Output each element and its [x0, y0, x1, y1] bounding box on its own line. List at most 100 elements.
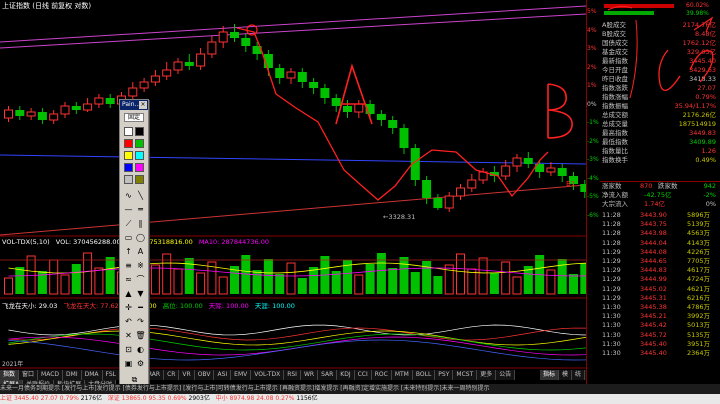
tab-item[interactable]: VR [179, 370, 195, 380]
indicator-tabs[interactable]: 指数窗口MACDDMIDMAFSLTRIXBRARCRVROBVASIEMVVO… [0, 370, 516, 380]
cycle-icon[interactable]: ⌒ [135, 274, 146, 285]
tab-item[interactable]: MACD [38, 370, 64, 380]
volume-bar [365, 264, 375, 294]
ray-icon[interactable]: ⟋ [123, 218, 134, 229]
color-swatch-yellow[interactable] [124, 151, 133, 160]
color-swatch-red[interactable] [124, 139, 133, 148]
tab-item[interactable]: OBV [194, 370, 215, 380]
tab-item[interactable]: MCST [453, 370, 478, 380]
color-swatch-magenta[interactable] [135, 163, 144, 172]
color-swatch-white[interactable] [124, 127, 133, 136]
kline-svg[interactable]: ←3328.31 2021年 [0, 0, 586, 392]
tab-item[interactable]: DMI [63, 370, 82, 380]
color-swatch-green[interactable] [135, 139, 144, 148]
stat-value: 35.94/1.17% [674, 102, 716, 110]
volume-bar [569, 274, 578, 294]
tab-item[interactable]: 指数 [0, 370, 20, 380]
tab-item[interactable]: WR [300, 370, 319, 380]
color-swatch-blue[interactable] [124, 163, 133, 172]
volume-bar [71, 264, 81, 294]
paint-toolbox-title[interactable]: Pain... × [120, 100, 148, 110]
stat-label: A股成交 [602, 21, 626, 29]
tick-field: 3445.40 [640, 339, 667, 348]
settings-icon[interactable]: ⚙ [135, 358, 146, 369]
hide-icon[interactable]: ◐ [135, 344, 146, 355]
tab-item[interactable]: EMV [231, 370, 252, 380]
tab-item[interactable]: MTM [391, 370, 413, 380]
hline-icon[interactable]: — [123, 204, 134, 215]
tab-item[interactable]: FSL [102, 370, 121, 380]
arrow-up-icon[interactable]: ↑ [123, 246, 134, 257]
save-icon[interactable]: ▣ [123, 358, 134, 369]
tab-item[interactable]: ASI [214, 370, 232, 380]
tick-field: 11:29 [602, 293, 621, 302]
parallel-icon[interactable]: ∥ [135, 218, 146, 229]
stat-value: 0.79% [695, 93, 716, 101]
tab-item[interactable]: PSY [435, 370, 454, 380]
candle-body [128, 87, 138, 97]
market-stat-row: 最新指数 3445.40 [600, 57, 720, 66]
kline-chart-area[interactable]: 上证指数 (日线 前复权 对数) ←3328.31 2021年 VOL-TDX(5… [0, 0, 586, 392]
tick-row: 11:30 3445.38 4786万 [600, 303, 720, 312]
stat-label: 指数涨幅 [602, 93, 628, 101]
line-icon[interactable]: ╲ [135, 190, 146, 201]
tab-item[interactable]: 更多 [477, 370, 497, 380]
tab-item[interactable]: BOLL [412, 370, 436, 380]
tab-item[interactable]: 模 [559, 370, 573, 380]
paint-toolbox[interactable]: Pain... × 固定 ∿ ╲ — ═ ⟋ ∥ ▭ ◯ ↑ A ≡ ※ ≈ ⌒… [119, 99, 149, 397]
gann-icon[interactable]: ※ [135, 260, 146, 271]
tick-field: 4617万 [686, 266, 710, 275]
news-ticker[interactable]: 未来一月债务到期提示 [发行与上市]发行提示 [债券发行与上市提示] [发行与上… [0, 384, 720, 394]
stat-label: 指数换手 [602, 156, 628, 164]
flow-field: -42.75亿 [644, 191, 672, 199]
tab-item[interactable]: SAR [318, 370, 338, 380]
color-swatch-black[interactable] [135, 127, 144, 136]
tab-item[interactable]: 窗口 [19, 370, 39, 380]
stat-label: 最高指数 [602, 129, 628, 137]
trash-icon[interactable]: 🗑 [135, 330, 146, 341]
tab-item[interactable]: ROC [371, 370, 392, 380]
volume-bar [546, 269, 556, 295]
tab-item[interactable]: RSI [284, 370, 301, 380]
tab-item[interactable]: CR [164, 370, 180, 380]
volume-bar [489, 273, 499, 294]
down-mark-icon[interactable]: ▼ [135, 288, 146, 299]
volume-bar [275, 274, 285, 294]
close-icon[interactable]: × [139, 101, 147, 109]
tab-item[interactable]: VOL-TDX [251, 370, 285, 380]
wave-icon[interactable]: ≈ [123, 274, 134, 285]
tick-field: 5896万 [686, 211, 710, 219]
rect-icon[interactable]: ▭ [123, 232, 134, 243]
lock-icon[interactable]: ⊡ [123, 344, 134, 355]
ellipse-icon[interactable]: ◯ [135, 232, 146, 243]
stat-value: 3409.89 [689, 138, 716, 146]
tick-field: 4724万 [686, 275, 710, 284]
tab-item[interactable]: CCI [354, 370, 372, 380]
up-mark-icon[interactable]: ▲ [123, 288, 134, 299]
channel-icon[interactable]: ═ [135, 204, 146, 215]
volume-bar [83, 252, 93, 295]
minus-icon[interactable]: ━ [135, 302, 146, 313]
tab-item[interactable]: DMA [81, 370, 103, 380]
text-icon[interactable]: A [135, 246, 146, 257]
tick-field: 3444.99 [640, 275, 667, 284]
tick-field: 11:30 [602, 321, 621, 330]
tab-item[interactable]: 统 [572, 370, 586, 380]
fib-icon[interactable]: ≡ [123, 260, 134, 271]
tab-item[interactable]: 公告 [496, 370, 516, 380]
color-swatch-gray[interactable] [124, 175, 133, 184]
stat-label: 指数量比 [602, 147, 628, 155]
redo-icon[interactable]: ↷ [135, 316, 146, 327]
tick-row: 11:28 3443.75 5139万 [600, 220, 720, 229]
trend-line [0, 5, 586, 43]
candle-body [207, 41, 217, 55]
color-swatch-cyan[interactable] [135, 151, 144, 160]
delete-icon[interactable]: ✕ [123, 330, 134, 341]
tab-item[interactable]: KDJ [337, 370, 355, 380]
color-swatch-olive[interactable] [135, 175, 144, 184]
pen-icon[interactable]: ∿ [123, 190, 134, 201]
tab-item[interactable]: 指标 [540, 370, 560, 380]
undo-icon[interactable]: ↶ [123, 316, 134, 327]
mode-button[interactable]: 固定 [124, 113, 144, 122]
cross-icon[interactable]: ✛ [123, 302, 134, 313]
